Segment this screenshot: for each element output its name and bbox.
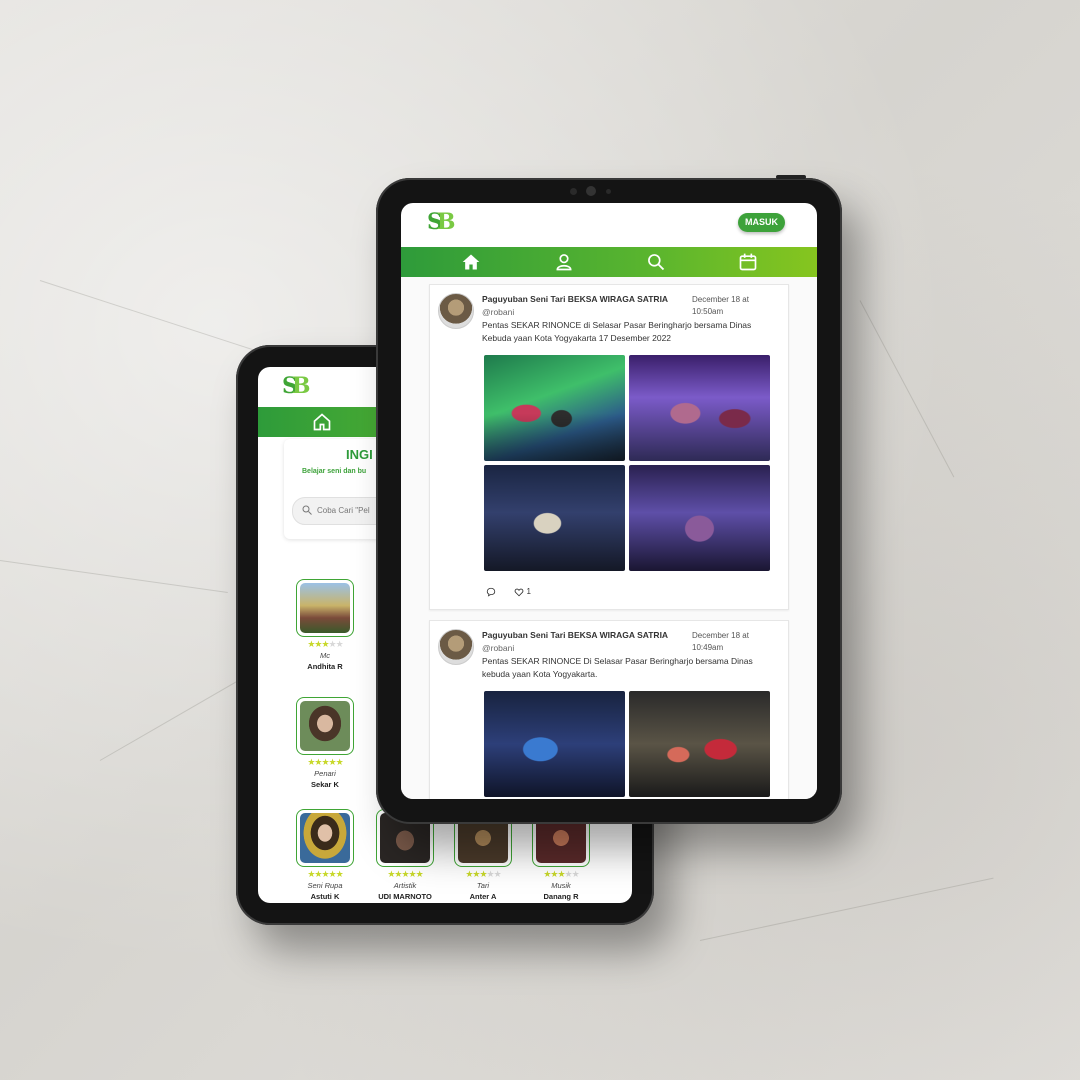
artist-role: Tari	[476, 881, 490, 890]
artist-role: Mc	[320, 651, 330, 660]
artist-card[interactable]: ★★★★★ Penari Sekar K	[290, 697, 360, 789]
feed[interactable]: Paguyuban Seni Tari BEKSA WIRAGA SATRIA …	[401, 277, 817, 799]
comment-icon[interactable]	[486, 587, 496, 597]
artist-name: Andhita R	[307, 662, 343, 671]
front-screen: SB MASUK Paguyuban Seni Tari BEKSA WIRAG…	[401, 203, 817, 799]
power-button	[776, 175, 806, 179]
artist-name: UDI MARNOTO	[378, 892, 432, 901]
front-tablet: SB MASUK Paguyuban Seni Tari BEKSA WIRAG…	[376, 175, 842, 824]
feed-post: Paguyuban Seni Tari BEKSA WIRAGA SATRIA …	[429, 284, 789, 610]
search-icon	[302, 505, 312, 515]
post-date: December 18 at 10:50am	[692, 295, 749, 316]
post-author[interactable]: Paguyuban Seni Tari BEKSA WIRAGA SATRIA	[482, 294, 668, 304]
post-text: Pentas SEKAR RINONCE Di Selasar Pasar Be…	[482, 656, 753, 679]
like-count: 1	[526, 587, 531, 597]
app-logo[interactable]: SB	[282, 373, 310, 399]
artist-card[interactable]: ★★★★★ Mc Andhita R	[290, 579, 360, 671]
search-placeholder: Coba Cari "Pel	[317, 506, 370, 515]
post-photo[interactable]	[484, 355, 625, 461]
artist-name: Anter A	[469, 892, 497, 901]
home-icon[interactable]	[312, 412, 332, 432]
post-date: December 18 at 10:49am	[692, 631, 749, 652]
post-photo[interactable]	[484, 691, 625, 797]
rating-stars: ★★★★★	[543, 869, 579, 879]
artist-role: Penari	[314, 769, 336, 778]
app-logo[interactable]: SB	[427, 209, 455, 235]
artist-role: Artistik	[393, 881, 417, 890]
rating-stars: ★★★★★	[307, 757, 343, 767]
post-author[interactable]: Paguyuban Seni Tari BEKSA WIRAGA SATRIA	[482, 630, 668, 640]
hero-heading: INGI	[346, 447, 373, 462]
rating-stars: ★★★★★	[307, 869, 343, 879]
home-icon[interactable]	[461, 252, 481, 272]
user-icon[interactable]	[554, 252, 574, 272]
author-avatar[interactable]	[438, 293, 474, 329]
rating-stars: ★★★★★	[387, 869, 423, 879]
post-handle[interactable]: @robani	[482, 643, 514, 653]
post-actions: 1	[486, 587, 545, 597]
nav-bar	[401, 247, 817, 277]
artist-card[interactable]: ★★★★★ Seni Rupa Astuti K	[290, 809, 360, 901]
hero-subheading: Belajar seni dan bu	[302, 468, 367, 475]
post-handle[interactable]: @robani	[482, 307, 514, 317]
artist-role: Musik	[551, 881, 571, 890]
camera-bar	[568, 186, 618, 196]
calendar-icon[interactable]	[738, 252, 758, 272]
artist-name: Astuti K	[310, 892, 340, 901]
rating-stars: ★★★★★	[307, 639, 343, 649]
artist-role: Seni Rupa	[307, 881, 343, 890]
feed-post: Paguyuban Seni Tari BEKSA WIRAGA SATRIA …	[429, 620, 789, 799]
artist-name: Danang R	[543, 892, 579, 901]
artist-name: Sekar K	[311, 780, 339, 789]
login-button[interactable]: MASUK	[738, 213, 785, 232]
heart-icon[interactable]	[514, 587, 524, 597]
search-icon[interactable]	[646, 252, 666, 272]
author-avatar[interactable]	[438, 629, 474, 665]
post-photo[interactable]	[629, 465, 770, 571]
post-photo[interactable]	[629, 355, 770, 461]
rating-stars: ★★★★★	[465, 869, 501, 879]
post-text: Pentas SEKAR RINONCE di Selasar Pasar Be…	[482, 320, 752, 343]
artist-photo	[296, 697, 354, 755]
post-photo[interactable]	[629, 691, 770, 797]
artist-photo	[296, 809, 354, 867]
artist-photo	[296, 579, 354, 637]
post-photo[interactable]	[484, 465, 625, 571]
